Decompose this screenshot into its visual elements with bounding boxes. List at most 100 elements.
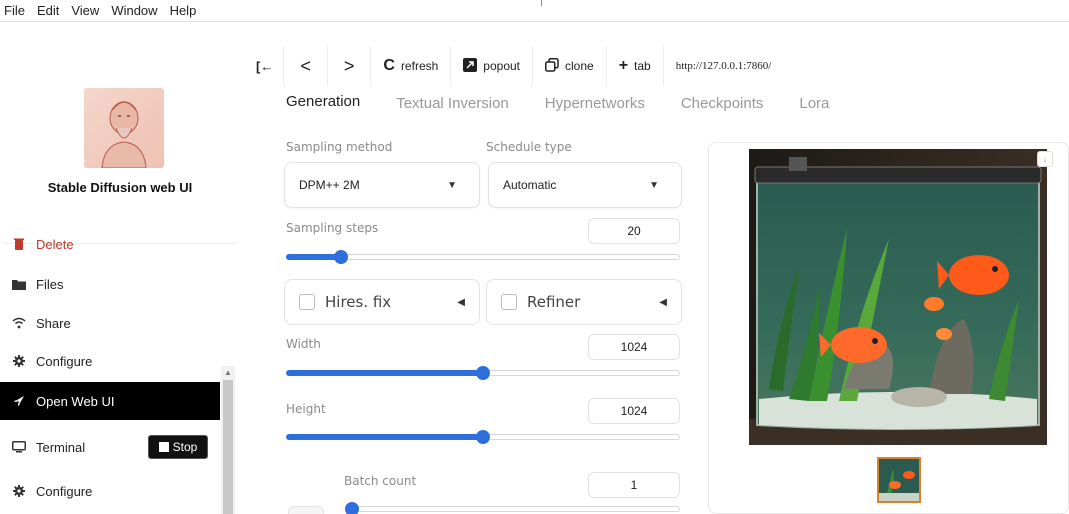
schedule-type-value: Automatic: [503, 178, 557, 192]
slider-fill: [286, 254, 342, 260]
browser-toolbar: [← < > C refresh popout clone + tab http…: [240, 46, 1069, 86]
menu-window[interactable]: Window: [111, 3, 157, 18]
height-label: Height: [286, 402, 326, 416]
monitor-icon: [8, 441, 30, 453]
tab-generation[interactable]: Generation: [268, 93, 379, 124]
sidebar-item-open-web-ui[interactable]: Open Web UI: [0, 382, 220, 420]
sampling-method-label: Sampling method: [286, 140, 393, 154]
stop-icon: [158, 442, 169, 452]
menu-view[interactable]: View: [71, 3, 99, 18]
collapse-arrow-icon[interactable]: ◀: [659, 297, 667, 308]
schedule-type-label: Schedule type: [486, 140, 572, 154]
generated-image[interactable]: [749, 149, 1047, 445]
tab-bar: Generation Textual Inversion Hypernetwor…: [268, 86, 1069, 124]
clone-icon: [545, 57, 559, 75]
refresh-icon: C: [383, 57, 395, 74]
collapse-arrow-icon[interactable]: ◀: [457, 297, 465, 308]
url-display[interactable]: http://127.0.0.1:7860/: [664, 46, 784, 86]
sampling-steps-slider[interactable]: [286, 250, 680, 264]
hires-fix-checkbox[interactable]: [299, 294, 315, 310]
batch-count-input[interactable]: 1: [588, 472, 680, 498]
scroll-up-icon[interactable]: ▲: [224, 368, 232, 377]
hires-fix-label: Hires. fix: [325, 293, 392, 311]
image-thumbnail[interactable]: [877, 457, 921, 503]
width-label: Width: [286, 337, 321, 351]
stop-button-label: Stop: [172, 440, 198, 454]
batch-count-label: Batch count: [344, 474, 417, 488]
folder-icon: [8, 279, 30, 290]
orange-marker: [541, 0, 542, 6]
exit-icon: [←: [256, 58, 274, 74]
menu-file[interactable]: File: [4, 3, 25, 18]
refiner-checkbox[interactable]: [501, 294, 517, 310]
stop-button[interactable]: Stop: [148, 435, 208, 459]
batch-count-slider[interactable]: [345, 502, 680, 514]
sidebar-item-label: Open Web UI: [36, 393, 115, 409]
tab-checkpoints[interactable]: Checkpoints: [663, 95, 782, 124]
refiner-label: Refiner: [527, 293, 581, 311]
sidebar-item-label: Terminal: [36, 439, 86, 455]
height-input[interactable]: 1024: [588, 398, 680, 424]
app-card: Stable Diffusion web UI: [4, 72, 236, 244]
generation-settings-panel: Sampling method Schedule type DPM++ 2M ▼…: [272, 124, 700, 514]
popout-button[interactable]: popout: [451, 46, 533, 86]
sidebar-item-share[interactable]: Share: [0, 304, 220, 342]
plus-icon: +: [618, 57, 629, 74]
schedule-type-dropdown[interactable]: Automatic ▼: [488, 162, 682, 208]
clone-label: clone: [565, 59, 594, 73]
slider-knob[interactable]: [345, 502, 359, 514]
app-portrait-image: [84, 88, 164, 168]
sampling-steps-input[interactable]: 20: [588, 218, 680, 244]
sidebar-item-delete[interactable]: Delete: [0, 225, 220, 263]
clone-button[interactable]: clone: [533, 46, 607, 86]
back-button[interactable]: <: [284, 46, 328, 86]
chevron-down-icon: ▼: [649, 179, 659, 191]
tab-label: tab: [634, 59, 651, 73]
sidebar-item-label: Configure: [36, 353, 93, 369]
back-icon: <: [300, 55, 311, 76]
output-panel: ↓: [708, 142, 1069, 514]
popout-label: popout: [483, 59, 520, 73]
image-tools: ↓: [1037, 151, 1053, 167]
sampling-steps-label: Sampling steps: [286, 221, 379, 235]
sidebar-item-configure[interactable]: Configure: [0, 342, 220, 380]
sidebar-item-label: Configure: [36, 483, 93, 499]
width-slider[interactable]: [286, 366, 680, 380]
slider-knob[interactable]: [334, 250, 349, 264]
slider-knob[interactable]: [476, 430, 490, 444]
tab-textual-inversion[interactable]: Textual Inversion: [378, 95, 527, 124]
hires-fix-accordion[interactable]: Hires. fix ◀: [284, 279, 480, 325]
chevron-down-icon: ▼: [447, 179, 457, 191]
slider-fill: [286, 370, 483, 376]
download-icon[interactable]: ↓: [1037, 151, 1053, 167]
scrollbar-thumb[interactable]: [223, 380, 233, 514]
sampling-method-dropdown[interactable]: DPM++ 2M ▼: [284, 162, 480, 208]
menu-edit[interactable]: Edit: [37, 3, 59, 18]
slider-knob[interactable]: [476, 366, 490, 380]
sidebar-item-configure-2[interactable]: Configure: [0, 472, 220, 510]
popout-icon: [463, 57, 478, 75]
sidebar-scrollbar[interactable]: ▲: [221, 366, 235, 514]
refiner-accordion[interactable]: Refiner ◀: [486, 279, 682, 325]
trash-icon: [8, 238, 30, 250]
refresh-label: refresh: [400, 59, 439, 73]
width-input[interactable]: 1024: [588, 334, 680, 360]
tab-lora[interactable]: Lora: [781, 95, 847, 124]
sidebar-item-terminal[interactable]: Terminal Stop: [0, 428, 220, 466]
tab-hypernetworks[interactable]: Hypernetworks: [527, 95, 663, 124]
new-tab-button[interactable]: + tab: [607, 46, 664, 86]
sidebar-item-label: Delete: [36, 236, 74, 252]
gear-icon: [8, 355, 30, 367]
exit-button[interactable]: [←: [240, 46, 285, 86]
sidebar-item-label: Files: [36, 276, 64, 292]
menu-bar: File Edit View Window Help: [0, 0, 1069, 22]
partial-button[interactable]: [288, 506, 324, 514]
menu-help[interactable]: Help: [170, 3, 197, 18]
slider-track: [352, 506, 680, 512]
height-slider[interactable]: [286, 430, 680, 444]
sidebar-item-files[interactable]: Files: [0, 265, 220, 303]
sidebar-item-label: Share: [36, 315, 71, 331]
wifi-icon: [8, 317, 30, 329]
refresh-button[interactable]: C refresh: [371, 46, 452, 86]
forward-button[interactable]: >: [328, 46, 372, 86]
